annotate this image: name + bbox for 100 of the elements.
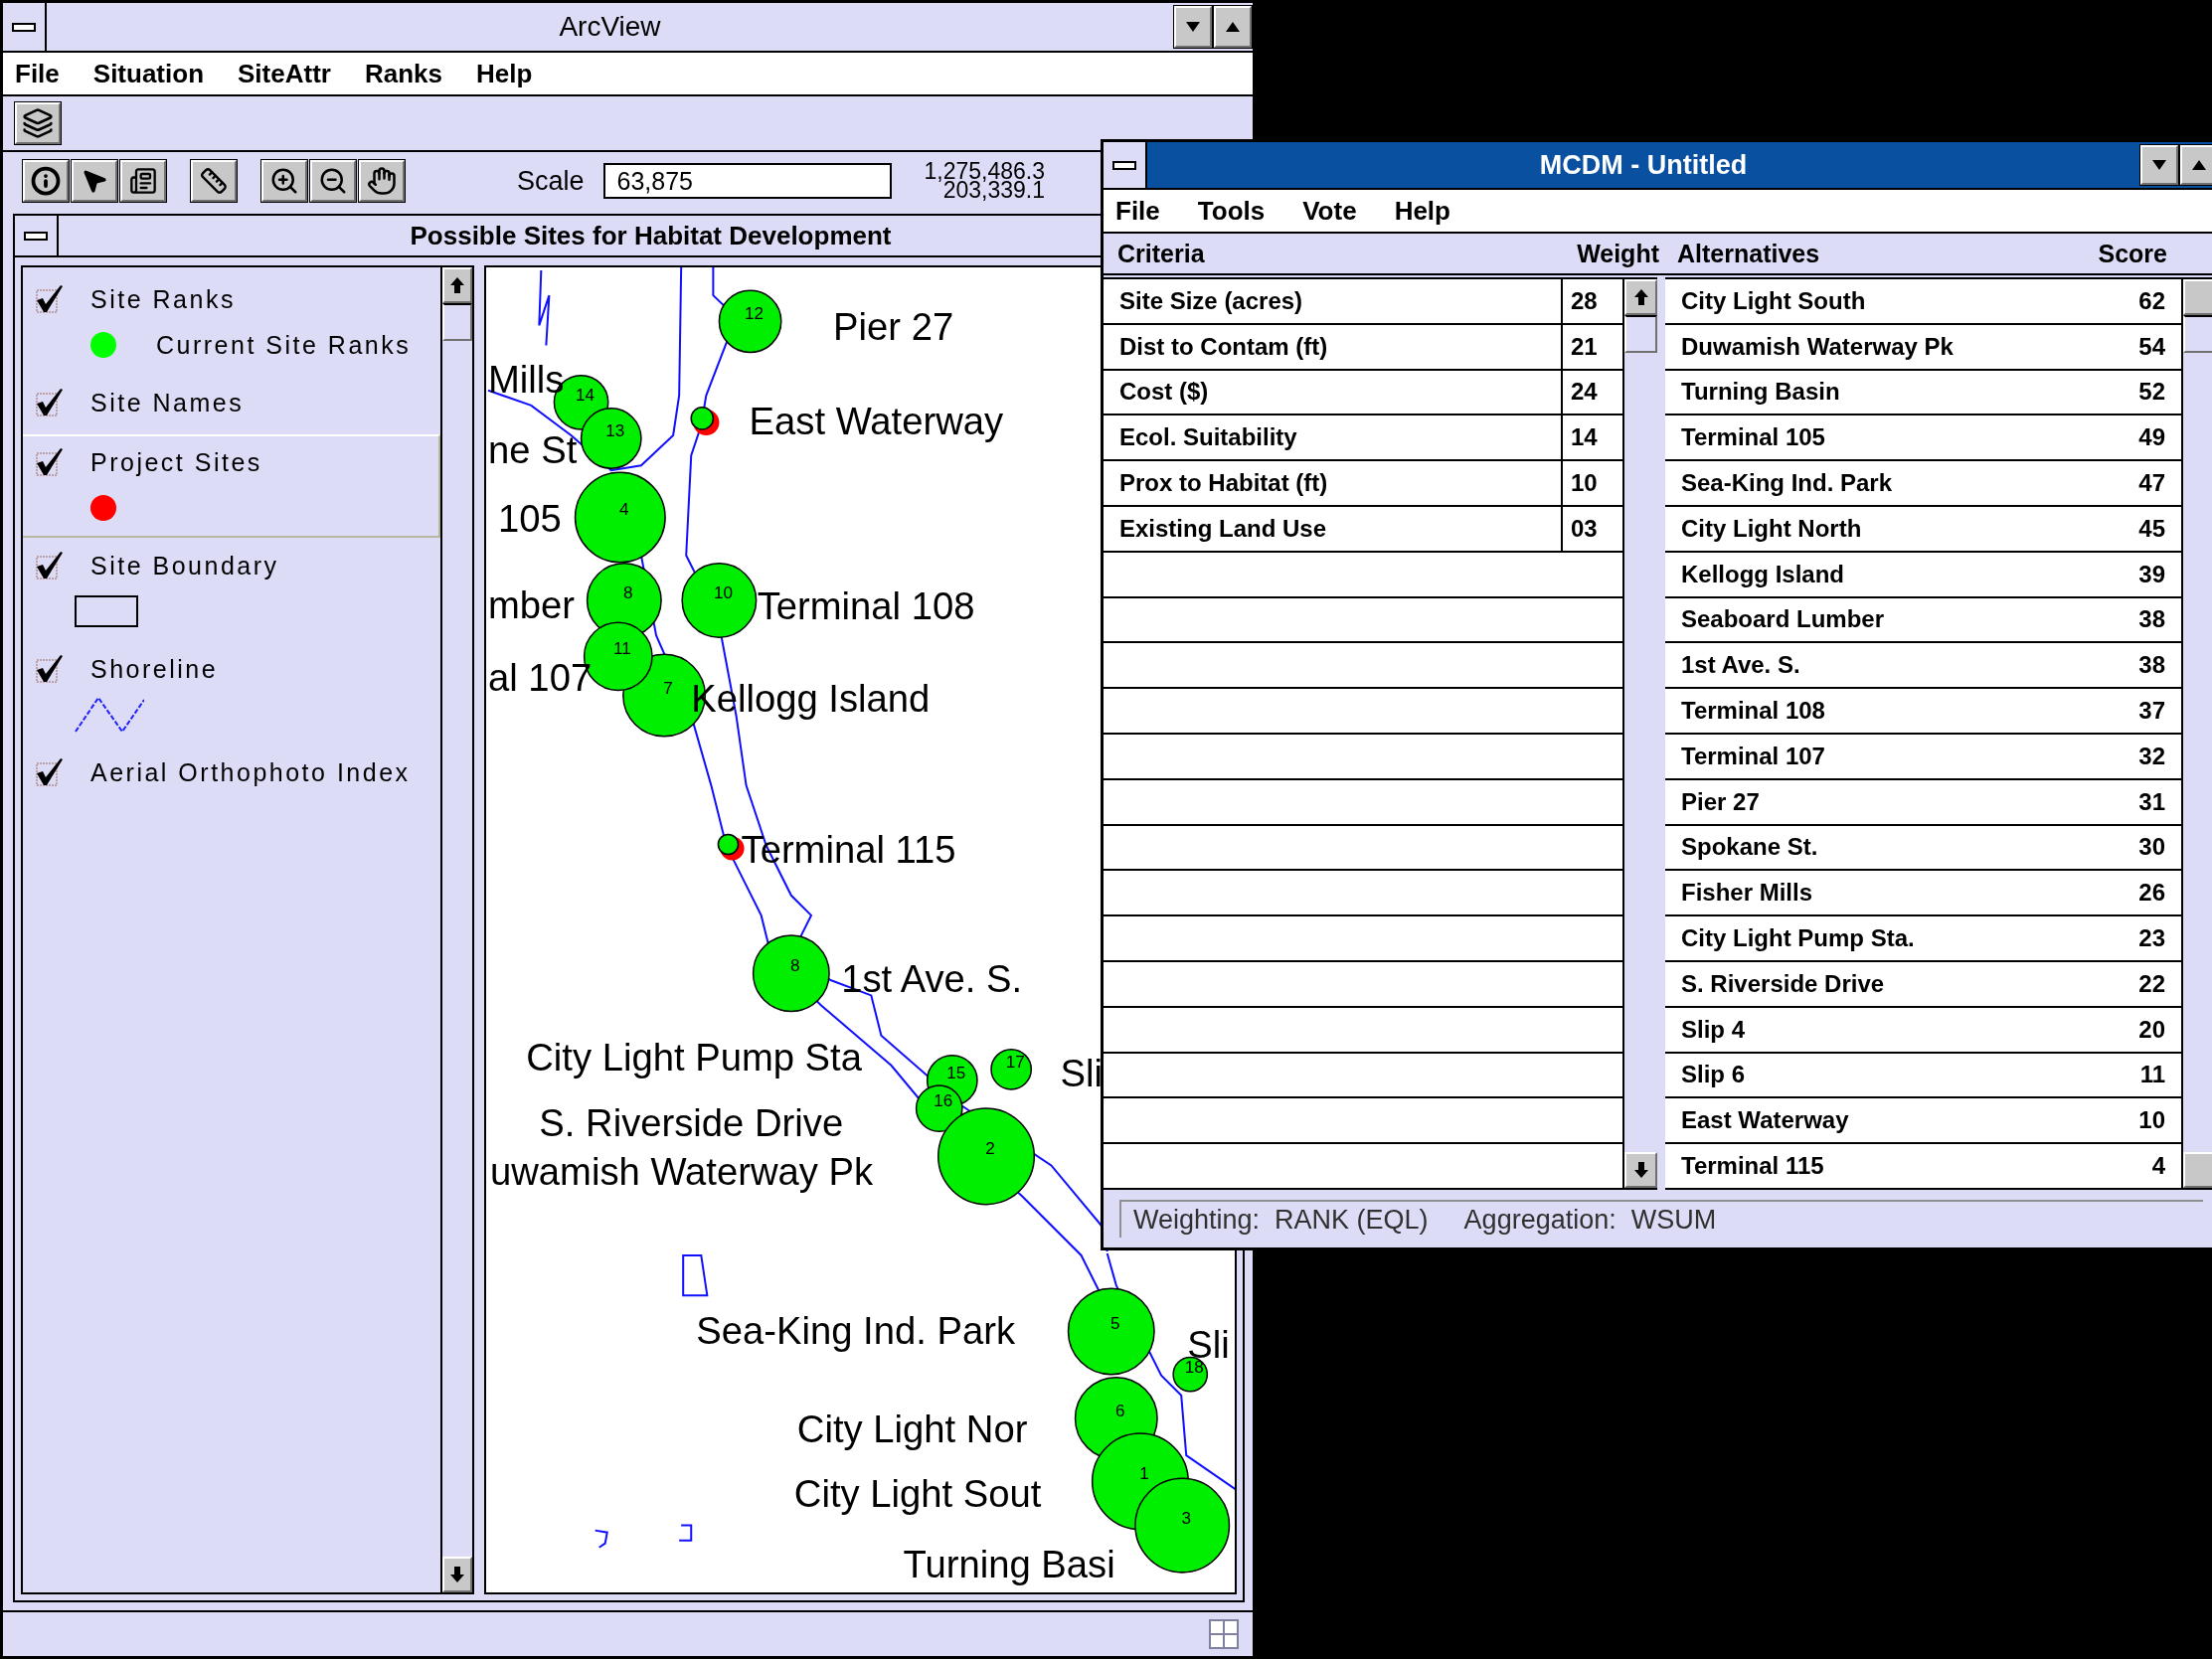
criterion-name: Prox to Habitat (ft)	[1118, 468, 1329, 499]
legend-item[interactable]: Site Ranks Current Site Ranks	[23, 271, 440, 375]
window-title: ArcView	[558, 11, 662, 43]
site-label: City Light Nor	[796, 1408, 1028, 1451]
window-title: MCDM - Untitled	[1538, 149, 1749, 181]
legend-label: Current Site Ranks	[156, 330, 412, 360]
site-number: 8	[623, 583, 633, 602]
legend-item[interactable]: Site Names	[23, 375, 440, 434]
alternative-row[interactable]: Sea-King Ind. Park 47	[1665, 461, 2181, 507]
alternative-row[interactable]: East Waterway 10	[1665, 1098, 2181, 1145]
menu-item[interactable]: Help	[473, 58, 535, 89]
legend-label: Project Sites	[90, 447, 262, 477]
menu-item[interactable]: SiteAttr	[236, 58, 333, 89]
alternative-name: Fisher Mills	[1680, 878, 1814, 909]
legend-item[interactable]: Aerial Orthophoto Index	[23, 745, 440, 804]
site-label: Terminal 108	[757, 584, 975, 628]
alternative-row[interactable]: S. Riverside Drive 22	[1665, 961, 2181, 1008]
site-label: Mills	[488, 357, 565, 401]
criteria-row[interactable]: Cost ($) 24	[1104, 370, 1622, 416]
menu-item[interactable]: Ranks	[362, 58, 444, 89]
alternative-row[interactable]: 1st Ave. S. 38	[1665, 643, 2181, 690]
criteria-row[interactable]: Existing Land Use 03	[1104, 507, 1622, 553]
site-label: East Waterway	[749, 400, 1004, 442]
site-label: Sea-King Ind. Park	[696, 1309, 1016, 1353]
site-label: Sli	[1060, 1051, 1103, 1094]
legend-label: Aerial Orthophoto Index	[90, 757, 411, 787]
alternative-name: 1st Ave. S.	[1680, 650, 1801, 681]
score-text: 62	[2137, 285, 2166, 316]
menu-item[interactable]: Situation	[90, 58, 206, 89]
legend-item[interactable]: Site Boundary	[23, 538, 440, 641]
menu-item[interactable]: File	[13, 58, 62, 89]
alternative-row[interactable]: Terminal 115 4	[1665, 1144, 2181, 1190]
score-text: 32	[2137, 741, 2166, 771]
score-text: 31	[2137, 786, 2166, 817]
site-number: 8	[790, 956, 800, 976]
legend-label: Site Boundary	[90, 551, 279, 581]
score-text: 30	[2137, 832, 2166, 863]
score-text: 4	[2150, 1151, 2166, 1182]
coordinate-text: 203,339.1	[942, 181, 1046, 200]
legend-label: Site Names	[90, 388, 245, 417]
alternative-row[interactable]: City Light Pump Sta. 23	[1665, 916, 2181, 962]
alternative-name: Terminal 115	[1680, 1151, 1825, 1182]
alternative-row[interactable]: City Light North 45	[1665, 507, 2181, 553]
alternative-name: Terminal 105	[1680, 422, 1826, 453]
score-text: 38	[2137, 650, 2166, 681]
alternative-name: City Light Pump Sta.	[1680, 923, 1916, 954]
alternative-name: Duwamish Waterway Pk	[1680, 331, 1955, 362]
criterion-name: Cost ($)	[1118, 377, 1210, 408]
criteria-row[interactable]: Prox to Habitat (ft) 10	[1104, 461, 1622, 507]
criteria-row[interactable]: Ecol. Suitability 14	[1104, 415, 1622, 462]
alternative-name: East Waterway	[1680, 1105, 1850, 1136]
site-number: 2	[985, 1139, 995, 1159]
alternative-row[interactable]: Pier 27 31	[1665, 779, 2181, 826]
menu-item[interactable]: Vote	[1300, 195, 1359, 227]
scale-field[interactable]: 63,875	[602, 163, 892, 199]
alternative-row[interactable]: Fisher Mills 26	[1665, 871, 2181, 917]
column-header: Score	[2097, 239, 2168, 268]
alternative-name: Slip 6	[1680, 1060, 1747, 1090]
menu-item[interactable]: File	[1113, 195, 1162, 227]
legend-item[interactable]: Shoreline	[23, 641, 440, 745]
status-text: Aggregation: WSUM	[1463, 1204, 1717, 1236]
alternative-row[interactable]: Terminal 108 37	[1665, 689, 2181, 735]
alternative-row[interactable]: Spokane St. 30	[1665, 825, 2181, 872]
alternative-row[interactable]: Duwamish Waterway Pk 54	[1665, 324, 2181, 371]
site-label: Pier 27	[833, 305, 954, 349]
alternative-row[interactable]: Turning Basin 52	[1665, 370, 2181, 416]
menu-item[interactable]: Help	[1392, 195, 1452, 227]
site-number: 5	[1110, 1314, 1120, 1334]
legend-item[interactable]: Project Sites	[23, 434, 440, 538]
site-number: 1	[1139, 1464, 1149, 1484]
site-number: 14	[576, 385, 596, 405]
alternative-row[interactable]: Seaboard Lumber 38	[1665, 597, 2181, 644]
score-text: 10	[2137, 1105, 2166, 1136]
scale-label: Scale	[517, 165, 585, 197]
alternative-row[interactable]: City Light South 62	[1665, 279, 2181, 325]
score-text: 49	[2137, 422, 2166, 453]
alternative-row[interactable]: Slip 4 20	[1665, 1007, 2181, 1054]
alternative-name: Terminal 107	[1680, 741, 1826, 771]
site-label: uwamish Waterway Pk	[490, 1149, 874, 1193]
criteria-row[interactable]: Site Size (acres) 28	[1104, 279, 1622, 325]
alternative-row[interactable]: Terminal 105 49	[1665, 415, 2181, 462]
legend-label: Site Ranks	[90, 284, 236, 314]
criteria-row[interactable]: Dist to Contam (ft) 21	[1104, 324, 1622, 371]
coordinate-text: 1,275,486.3	[924, 162, 1046, 181]
score-text: 54	[2137, 331, 2166, 362]
site-number: 10	[713, 583, 733, 602]
site-number: 15	[946, 1063, 966, 1082]
site-number: 17	[1005, 1052, 1025, 1072]
site-label: City Light Sout	[793, 1472, 1042, 1516]
score-text: 20	[2137, 1014, 2166, 1045]
criterion-name: Dist to Contam (ft)	[1118, 331, 1329, 362]
alternative-row[interactable]: Kellogg Island 39	[1665, 552, 2181, 598]
menu-item[interactable]: Tools	[1195, 195, 1268, 227]
site-label: Turning Basi	[903, 1542, 1115, 1585]
criterion-name: Existing Land Use	[1118, 513, 1328, 544]
alternative-row[interactable]: Terminal 107 32	[1665, 734, 2181, 780]
alternative-name: Turning Basin	[1680, 377, 1841, 408]
alternative-name: Terminal 108	[1680, 696, 1826, 727]
alternative-row[interactable]: Slip 6 11	[1665, 1053, 2181, 1099]
site-label: 1st Ave. S.	[841, 957, 1023, 1001]
